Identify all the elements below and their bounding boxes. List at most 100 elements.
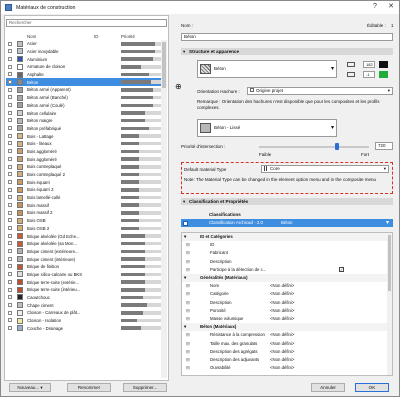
list-item[interactable]: Chape ciment: [6, 301, 161, 309]
property-row[interactable]: ⊟ Description des agrégats <Non défini>: [182, 348, 387, 356]
row-checkbox[interactable]: [8, 325, 12, 330]
list-item[interactable]: Béton: [6, 78, 161, 87]
list-item[interactable]: Béton armé (Apparent): [6, 86, 161, 94]
row-checkbox[interactable]: [8, 118, 12, 123]
expand-arrow-icon[interactable]: ▾: [184, 274, 186, 282]
property-row[interactable]: ⊟ Masse volumique <Non défini>: [182, 315, 387, 323]
property-value[interactable]: <Non défini>: [270, 299, 294, 307]
rename-button[interactable]: Renommer: [67, 383, 111, 392]
list-item[interactable]: Béton armé (Banché): [6, 94, 161, 102]
property-value[interactable]: <Non défini>: [270, 315, 294, 323]
row-checkbox[interactable]: [8, 218, 12, 223]
pen-1-input[interactable]: 182: [363, 61, 375, 68]
row-checkbox[interactable]: [8, 149, 12, 154]
tree-scroll-thumb[interactable]: [388, 235, 391, 291]
list-item[interactable]: Bois massif: [6, 201, 161, 209]
fill-picker[interactable]: Béton ▾: [197, 60, 337, 78]
property-row[interactable]: ⊟ Porosité <Non défini>: [182, 307, 387, 315]
property-value[interactable]: <Non défini>: [270, 348, 294, 356]
row-checkbox[interactable]: [8, 202, 12, 207]
row-checkbox[interactable]: [8, 226, 12, 230]
property-row[interactable]: ⊟ Ouvrabilité <Non défini>: [182, 364, 387, 372]
scroll-thumb[interactable]: [162, 42, 166, 88]
hatch-orientation-select[interactable]: Origine projet ▾: [247, 87, 393, 95]
ok-button[interactable]: OK: [355, 383, 389, 392]
list-item[interactable]: Bois - liteaux: [6, 140, 161, 148]
row-checkbox[interactable]: [8, 302, 12, 307]
row-checkbox[interactable]: [8, 79, 12, 84]
list-item[interactable]: Bois contreplaqué 2: [6, 171, 161, 179]
background-color-swatch[interactable]: [379, 71, 388, 78]
row-checkbox[interactable]: [8, 156, 12, 161]
list-item[interactable]: Bois aggloméré: [6, 148, 161, 156]
classification-section-header[interactable]: Classification et Propriétés: [181, 198, 393, 205]
property-group-header[interactable]: ▾ Généralités (Matériaux): [182, 274, 387, 282]
property-value[interactable]: <Non défini>: [270, 290, 294, 298]
row-checkbox[interactable]: [8, 72, 12, 77]
row-checkbox[interactable]: [8, 103, 12, 107]
list-item[interactable]: Couche - Drainage: [6, 324, 161, 332]
property-value[interactable]: <Non défini>: [270, 282, 294, 290]
row-checkbox[interactable]: [8, 310, 12, 315]
list-item[interactable]: Bois massif 2: [6, 209, 161, 217]
new-button[interactable]: Nouveau... ▾: [9, 383, 51, 392]
property-row[interactable]: ⊟ ID: [182, 241, 387, 249]
property-row[interactable]: ⊟ Description <Non défini>: [182, 299, 387, 307]
property-row[interactable]: ⊟ Fabricant: [182, 249, 387, 257]
list-item[interactable]: Acier: [6, 40, 161, 48]
slider-thumb[interactable]: [335, 143, 340, 150]
surface-picker[interactable]: Béton - Lissé ▾: [197, 119, 337, 137]
list-item[interactable]: Bois équarri: [6, 178, 161, 186]
row-checkbox[interactable]: [8, 126, 12, 131]
list-item[interactable]: Brique silico-calcaire ou BKS: [6, 271, 161, 279]
list-item[interactable]: Caoutchouc: [6, 294, 161, 302]
col-priority[interactable]: Priorité: [121, 34, 135, 39]
row-checkbox[interactable]: [8, 195, 12, 200]
property-value[interactable]: <Non défini>: [270, 356, 294, 364]
list-item[interactable]: Bois contreplaqué: [6, 163, 161, 171]
row-checkbox[interactable]: [8, 272, 12, 277]
pen-2-input[interactable]: -1: [363, 71, 375, 78]
list-item[interactable]: Cloison - Isolation: [6, 317, 161, 325]
search-input[interactable]: Rechercher: [6, 19, 167, 27]
property-row[interactable]: ⊟ Résistance à la compression <Non défini>: [182, 331, 387, 339]
property-value[interactable]: <Non défini>: [270, 340, 294, 348]
col-name[interactable]: Nom: [27, 34, 36, 39]
list-item[interactable]: Brique alvéolée (Gd Eche...: [6, 232, 161, 240]
list-item[interactable]: Asphalte: [6, 71, 161, 79]
row-checkbox[interactable]: [8, 49, 12, 54]
row-checkbox[interactable]: [8, 241, 12, 246]
row-checkbox[interactable]: [8, 179, 12, 184]
list-item[interactable]: Aluminium: [6, 55, 161, 63]
row-checkbox[interactable]: [8, 256, 12, 261]
pen-color-swatch[interactable]: [379, 61, 388, 68]
row-checkbox[interactable]: [8, 210, 12, 215]
name-input[interactable]: Béton: [181, 33, 393, 41]
property-value[interactable]: <Non défini>: [270, 364, 294, 372]
property-row[interactable]: ⊟ Nom <Non défini>: [182, 282, 387, 290]
row-checkbox[interactable]: [8, 318, 12, 323]
list-item[interactable]: Cloison - Carreaux de plât...: [6, 309, 161, 317]
list-item[interactable]: Béton cellulaire: [6, 109, 161, 117]
expand-arrow-icon[interactable]: ▾: [184, 323, 186, 331]
list-item[interactable]: Béton préfabriqué: [6, 125, 161, 133]
list-item[interactable]: Brique ciment (intérieure): [6, 255, 161, 263]
row-checkbox[interactable]: [8, 41, 12, 46]
property-row[interactable]: ⊟ Taille max. des granulats <Non défini>: [182, 340, 387, 348]
row-checkbox[interactable]: [8, 95, 12, 100]
property-group-header[interactable]: ▾ Béton (Matériaux): [182, 323, 387, 331]
row-checkbox[interactable]: [8, 164, 12, 169]
list-item[interactable]: Brique alvéolée (sa Mon...: [6, 240, 161, 248]
row-checkbox[interactable]: [8, 64, 12, 69]
property-row[interactable]: ⊟ Description: [182, 258, 387, 266]
property-value[interactable]: <Non défini>: [270, 307, 294, 315]
material-type-select[interactable]: Core ▾: [261, 165, 389, 173]
property-row[interactable]: ⊟ Participe à la détection de c... ✓: [182, 266, 387, 274]
list-item[interactable]: Bois OSB 2: [6, 225, 161, 233]
list-item[interactable]: Brique ciment (extérieure...: [6, 248, 161, 256]
expand-arrow-icon[interactable]: ▾: [184, 233, 186, 241]
row-checkbox[interactable]: [8, 56, 12, 61]
row-checkbox[interactable]: [8, 233, 12, 238]
delete-button[interactable]: Supprimer...: [123, 383, 167, 392]
property-row[interactable]: ⊟ Description des adjuvants <Non défini>: [182, 356, 387, 364]
